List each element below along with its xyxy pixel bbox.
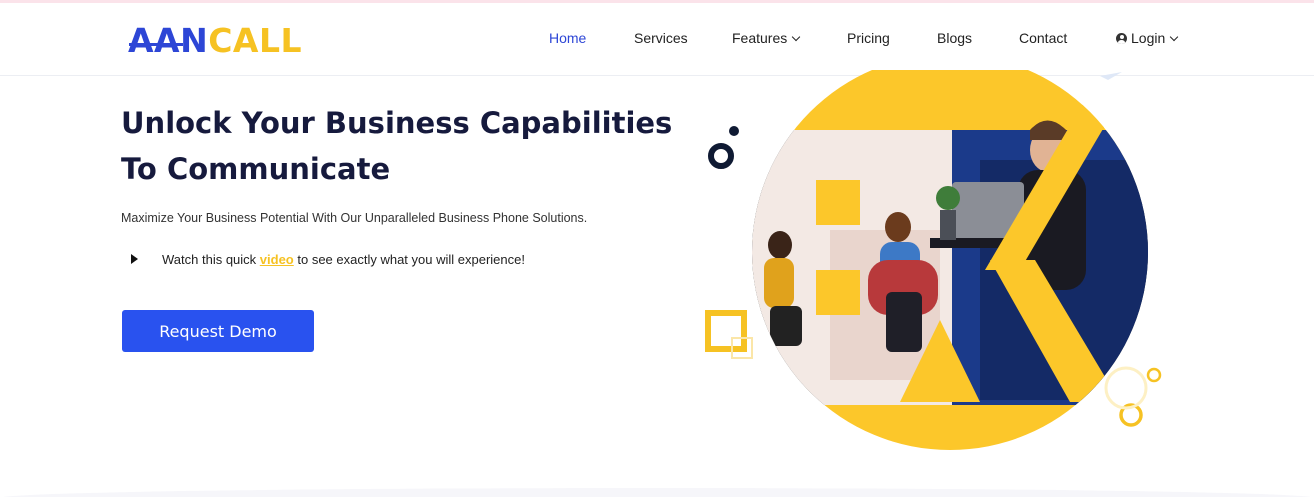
letter-b-lower-counter bbox=[816, 270, 860, 315]
hero-illustration bbox=[705, 70, 1162, 450]
plant-pot bbox=[940, 210, 956, 240]
nav-contact[interactable]: Contact bbox=[1019, 29, 1067, 47]
plant-leaves bbox=[936, 186, 960, 210]
square-decoration bbox=[705, 310, 747, 352]
hero-subtitle: Maximize Your Business Potential With Ou… bbox=[121, 211, 588, 225]
nav-features[interactable]: Features bbox=[732, 29, 801, 47]
watch-suffix: to see exactly what you will experience! bbox=[293, 252, 525, 267]
nav-login[interactable]: Login bbox=[1116, 29, 1179, 47]
watch-prefix: Watch this quick bbox=[162, 252, 260, 267]
watch-video-row: Watch this quick video to see exactly wh… bbox=[131, 251, 525, 269]
request-demo-button[interactable]: Request Demo bbox=[122, 310, 314, 352]
nav-home[interactable]: Home bbox=[549, 29, 586, 47]
user-circle-icon bbox=[1116, 33, 1127, 44]
brand-logo[interactable]: AANCALL bbox=[128, 21, 302, 61]
person-1-body bbox=[764, 258, 794, 308]
ring-tiny-decoration bbox=[1146, 367, 1162, 383]
nav-features-label: Features bbox=[732, 30, 788, 46]
ring-faint-decoration bbox=[1104, 366, 1148, 410]
site-header: AANCALL Home Services Features Pricing B… bbox=[0, 3, 1314, 76]
nav-login-label: Login bbox=[1131, 30, 1166, 46]
nav-services[interactable]: Services bbox=[634, 29, 688, 47]
person-2-legs bbox=[886, 292, 922, 352]
logo-underline bbox=[129, 43, 183, 46]
chevron-down-icon bbox=[792, 32, 801, 42]
ring-decoration bbox=[708, 143, 734, 169]
logo-text-aan: AAN bbox=[128, 21, 209, 60]
hero-title: Unlock Your Business Capabilities To Com… bbox=[121, 106, 673, 186]
section-divider-curve bbox=[0, 488, 1314, 497]
logo-text-call: CALL bbox=[208, 21, 303, 60]
video-link[interactable]: video bbox=[260, 252, 294, 267]
nav-pricing[interactable]: Pricing bbox=[847, 29, 890, 47]
dot-decoration bbox=[729, 126, 739, 136]
play-icon bbox=[131, 254, 138, 264]
chevron-down-icon bbox=[1170, 32, 1179, 42]
person-1-head bbox=[768, 231, 792, 259]
nav-blogs[interactable]: Blogs bbox=[937, 29, 972, 47]
person-1-legs bbox=[770, 306, 802, 346]
person-2-head bbox=[885, 212, 911, 242]
paper-plane-decoration bbox=[1100, 72, 1122, 80]
letter-b-upper-counter bbox=[816, 180, 860, 225]
